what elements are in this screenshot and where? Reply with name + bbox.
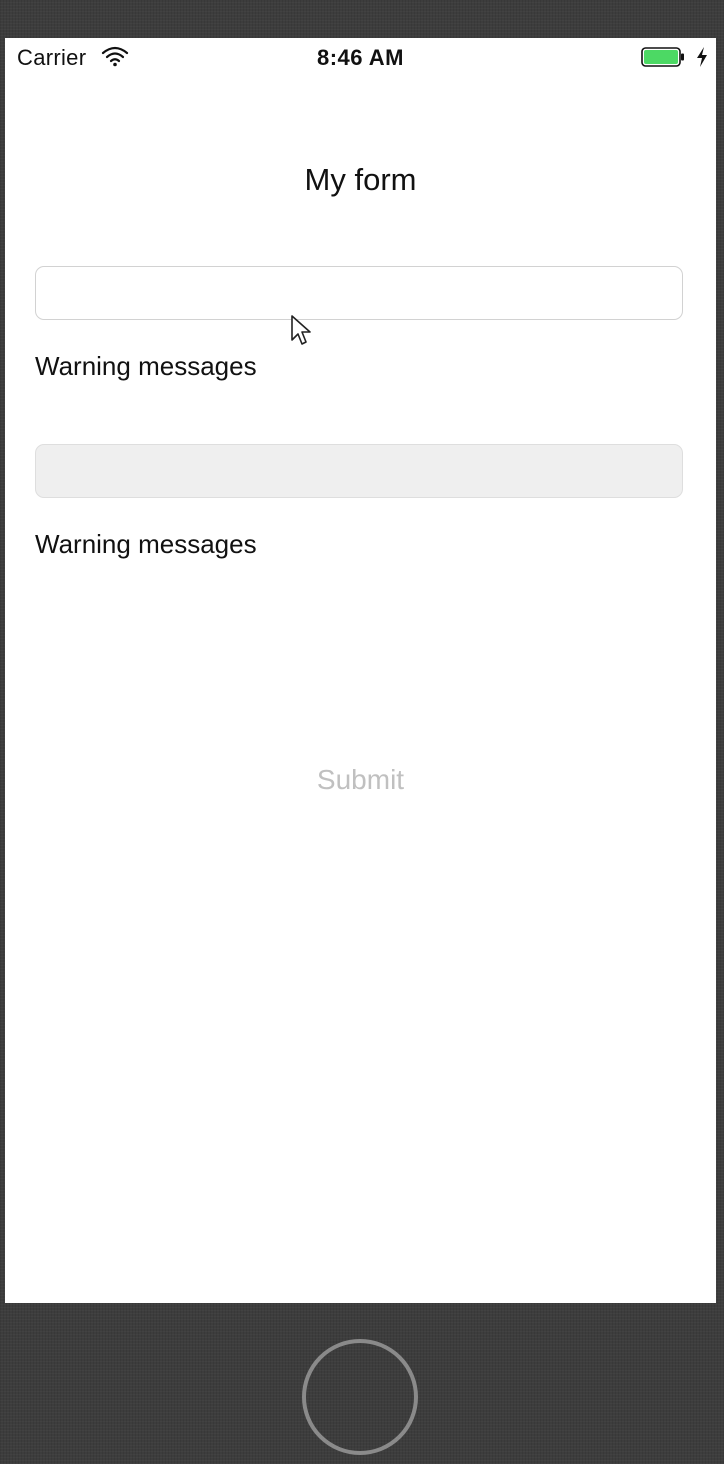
submit-button[interactable]: Submit bbox=[5, 764, 716, 796]
home-button[interactable] bbox=[302, 1339, 418, 1455]
warning-message-2: Warning messages bbox=[35, 529, 257, 559]
phone-screen: Carrier 8:46 AM My form Warning messages… bbox=[5, 38, 716, 1303]
status-bar: Carrier 8:46 AM bbox=[5, 38, 716, 78]
status-time: 8:46 AM bbox=[316, 45, 405, 70]
warning-message-1: Warning messages bbox=[35, 351, 257, 381]
battery-icon bbox=[641, 47, 684, 67]
form-title: My form bbox=[304, 162, 417, 197]
form-input-1[interactable] bbox=[35, 266, 683, 320]
charging-bolt-icon bbox=[697, 47, 707, 67]
mouse-pointer-icon bbox=[291, 315, 311, 345]
form-input-2[interactable] bbox=[35, 444, 683, 498]
